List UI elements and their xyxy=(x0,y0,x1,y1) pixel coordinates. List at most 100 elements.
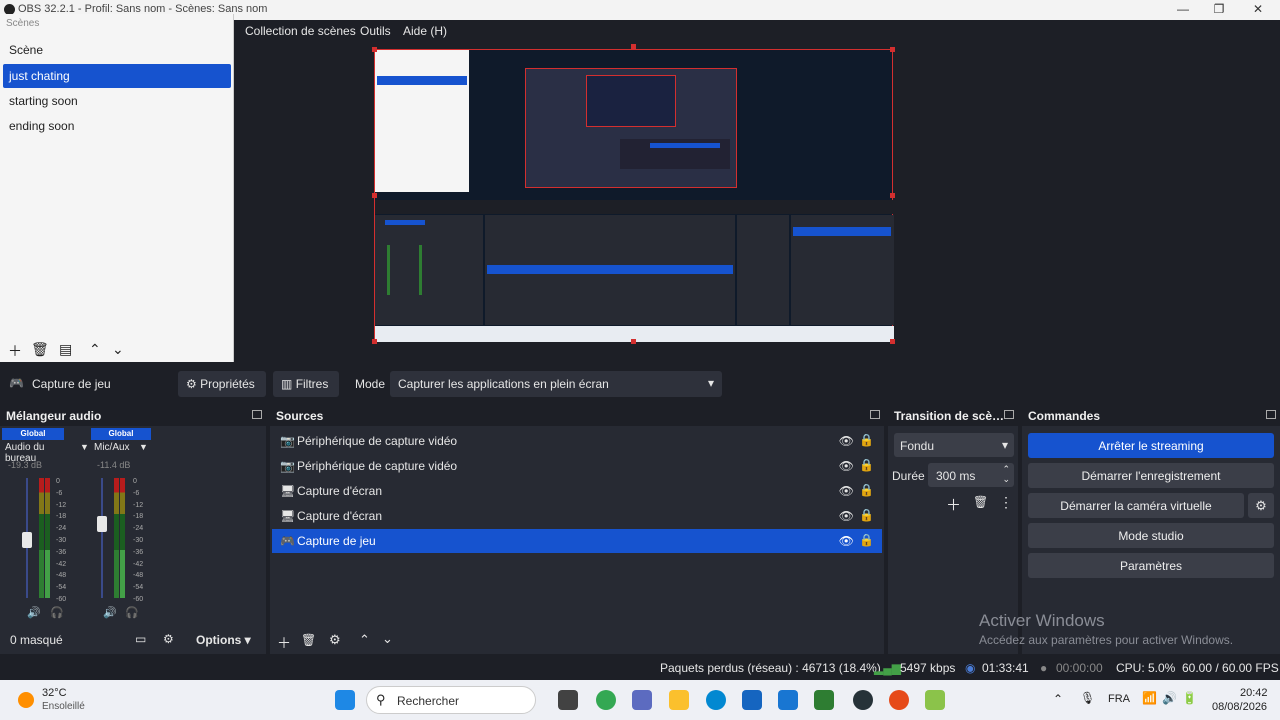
start-recording-button[interactable]: Démarrer l'enregistrement xyxy=(1028,463,1274,488)
scene-item-selected[interactable]: just chating xyxy=(3,64,231,88)
resize-handle[interactable] xyxy=(372,339,377,344)
float-dock-icon[interactable] xyxy=(252,410,262,419)
float-dock-icon[interactable] xyxy=(1004,410,1014,419)
studio-mode-button[interactable]: Mode studio xyxy=(1028,523,1274,548)
filter-scene-icon[interactable]: ▤ xyxy=(59,341,72,358)
clock-date[interactable]: 08/08/2026 xyxy=(1212,701,1267,713)
duration-input[interactable]: 300 ms ⌃ ⌄ xyxy=(928,463,1014,487)
more-options-icon[interactable]: ⋮ xyxy=(999,494,1013,511)
excel-icon[interactable] xyxy=(814,690,834,710)
taskbar-search[interactable]: ⚲ Rechercher xyxy=(366,686,536,714)
stop-streaming-button[interactable]: Arrêter le streaming xyxy=(1028,433,1274,458)
add-source-icon[interactable]: ＋ xyxy=(277,633,291,653)
add-transition-icon[interactable]: ＋ xyxy=(946,494,961,515)
chevron-down-icon[interactable]: ▼ xyxy=(80,442,89,452)
add-scene-icon[interactable]: ＋ xyxy=(8,341,22,361)
virtual-camera-settings-icon[interactable]: ⚙ xyxy=(1248,493,1274,518)
resize-handle[interactable] xyxy=(372,47,377,52)
source-item-selected[interactable]: 🎮 Capture de jeu 👁 🔒 xyxy=(272,529,882,553)
preview-canvas[interactable] xyxy=(374,49,894,342)
minecraft-icon[interactable] xyxy=(925,690,945,710)
headphones-icon[interactable]: 🎧 xyxy=(125,606,139,619)
battery-icon[interactable]: 🔋 xyxy=(1182,691,1197,705)
lock-icon[interactable]: 🔒 xyxy=(859,458,874,472)
close-button[interactable]: ✕ xyxy=(1243,2,1273,18)
transition-select[interactable]: Fondu ▾ xyxy=(894,433,1014,457)
channel-name[interactable]: Mic/Aux xyxy=(94,442,130,453)
layout-icon[interactable]: ▭ xyxy=(135,632,146,646)
chevron-down-icon[interactable]: ▼ xyxy=(139,442,148,452)
teams-icon[interactable] xyxy=(632,690,652,710)
start-icon[interactable] xyxy=(335,690,355,710)
source-item[interactable]: 🖥 Capture d'écran 👁 🔒 xyxy=(272,504,882,528)
advanced-audio-icon[interactable]: ⚙ xyxy=(163,632,174,646)
source-settings-icon[interactable]: ⚙ xyxy=(329,632,341,648)
source-item[interactable]: 📷 Périphérique de capture vidéo 👁 🔒 xyxy=(272,454,882,478)
float-dock-icon[interactable] xyxy=(870,410,880,419)
resize-handle[interactable] xyxy=(890,339,895,344)
tray-chevron-icon[interactable]: ⌃ xyxy=(1053,692,1063,706)
eye-icon[interactable]: 👁 xyxy=(839,459,854,473)
lock-icon[interactable]: 🔒 xyxy=(859,508,874,522)
spin-arrows-icon[interactable]: ⌃ ⌄ xyxy=(1002,464,1010,484)
properties-button[interactable]: ⚙ Propriétés xyxy=(178,371,266,397)
obs-icon[interactable] xyxy=(853,690,873,710)
resize-handle[interactable] xyxy=(631,44,636,49)
language-indicator[interactable]: FRA xyxy=(1108,693,1130,705)
edge-icon[interactable] xyxy=(706,690,726,710)
remove-transition-icon[interactable]: 🗑 xyxy=(973,495,988,509)
weather-desc[interactable]: Ensoleillé xyxy=(42,701,85,712)
speaker-icon[interactable]: 🔊 xyxy=(103,606,117,619)
volume-icon[interactable]: 🔊 xyxy=(1162,691,1177,705)
resize-handle[interactable] xyxy=(890,193,895,198)
eye-icon[interactable]: 👁 xyxy=(839,434,854,448)
remove-scene-icon[interactable]: 🗑 xyxy=(31,341,49,358)
eye-icon[interactable]: 👁 xyxy=(839,484,854,498)
scene-item[interactable]: starting soon xyxy=(3,89,231,113)
lock-icon[interactable]: 🔒 xyxy=(859,483,874,497)
move-down-icon[interactable]: ⌄ xyxy=(382,631,393,647)
store-icon[interactable] xyxy=(742,690,762,710)
lock-icon[interactable]: 🔒 xyxy=(859,533,874,547)
source-item[interactable]: 🖥 Capture d'écran 👁 🔒 xyxy=(272,479,882,503)
move-down-icon[interactable]: ⌄ xyxy=(112,341,124,358)
start-virtual-camera-button[interactable]: Démarrer la caméra virtuelle xyxy=(1028,493,1244,518)
options-button[interactable]: Options ▾ xyxy=(196,633,251,647)
volume-slider-desktop[interactable] xyxy=(22,532,32,548)
scale-tick: -6 xyxy=(56,489,63,497)
word-icon[interactable] xyxy=(778,690,798,710)
filters-button[interactable]: ▥ Filtres xyxy=(273,371,339,397)
eye-icon[interactable]: 👁 xyxy=(839,509,854,523)
eye-icon[interactable]: 👁 xyxy=(839,534,854,548)
mode-select[interactable]: Capturer les applications en plein écran… xyxy=(390,371,722,397)
file-explorer-icon[interactable] xyxy=(669,690,689,710)
menu-scene-collection[interactable]: Collection de scènes xyxy=(245,24,356,38)
sun-icon[interactable] xyxy=(18,692,34,708)
resize-handle[interactable] xyxy=(631,339,636,344)
move-up-icon[interactable]: ⌃ xyxy=(89,341,101,358)
resize-handle[interactable] xyxy=(890,47,895,52)
volume-slider-mic[interactable] xyxy=(97,516,107,532)
microphone-icon[interactable]: 🎙 xyxy=(1080,691,1095,705)
resize-handle[interactable] xyxy=(372,193,377,198)
menu-help[interactable]: Aide (H) xyxy=(403,24,447,38)
chrome-icon[interactable] xyxy=(596,690,616,710)
speaker-icon[interactable]: 🔊 xyxy=(27,606,41,619)
source-item[interactable]: 📷 Périphérique de capture vidéo 👁 🔒 xyxy=(272,429,882,453)
settings-button[interactable]: Paramètres xyxy=(1028,553,1274,578)
remove-source-icon[interactable]: 🗑 xyxy=(301,633,316,647)
clock-time[interactable]: 20:42 xyxy=(1240,687,1268,699)
lock-icon[interactable]: 🔒 xyxy=(859,433,874,447)
task-view-icon[interactable] xyxy=(558,690,578,710)
minimize-button[interactable]: — xyxy=(1168,2,1198,18)
maximize-button[interactable]: ❐ xyxy=(1204,2,1234,18)
firefox-icon[interactable] xyxy=(889,690,909,710)
menu-tools[interactable]: Outils xyxy=(360,24,391,38)
scene-item[interactable]: Scène xyxy=(3,38,231,62)
move-up-icon[interactable]: ⌃ xyxy=(359,632,370,648)
scene-item[interactable]: ending soon xyxy=(3,114,231,138)
headphones-icon[interactable]: 🎧 xyxy=(50,606,64,619)
wifi-icon[interactable]: 📶 xyxy=(1142,691,1157,705)
weather-temp[interactable]: 32°C xyxy=(42,687,67,699)
float-dock-icon[interactable] xyxy=(1266,410,1276,419)
